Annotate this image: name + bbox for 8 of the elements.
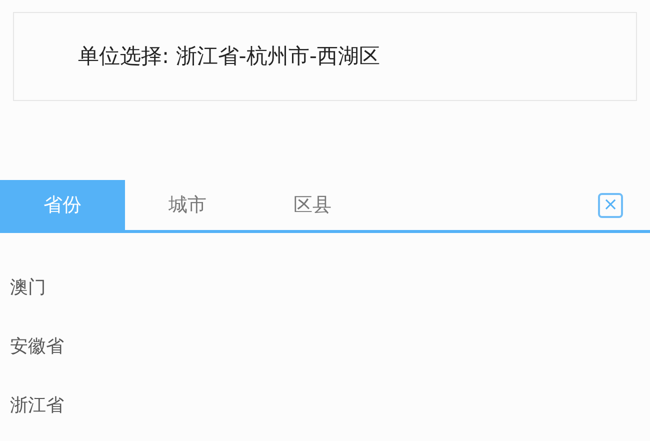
tab[interactable]: 省份 — [0, 180, 125, 230]
selection-text: 单位选择: 浙江省-杭州市-西湖区 — [78, 42, 380, 70]
list-item[interactable]: 浙江省 — [10, 395, 64, 416]
tab[interactable]: 城市 — [125, 180, 250, 230]
list-item[interactable]: 安徽省 — [10, 336, 64, 357]
list-item[interactable]: 澳门 — [10, 277, 46, 298]
tab[interactable]: 区县 — [250, 180, 375, 230]
close-button[interactable]: × — [598, 192, 623, 218]
